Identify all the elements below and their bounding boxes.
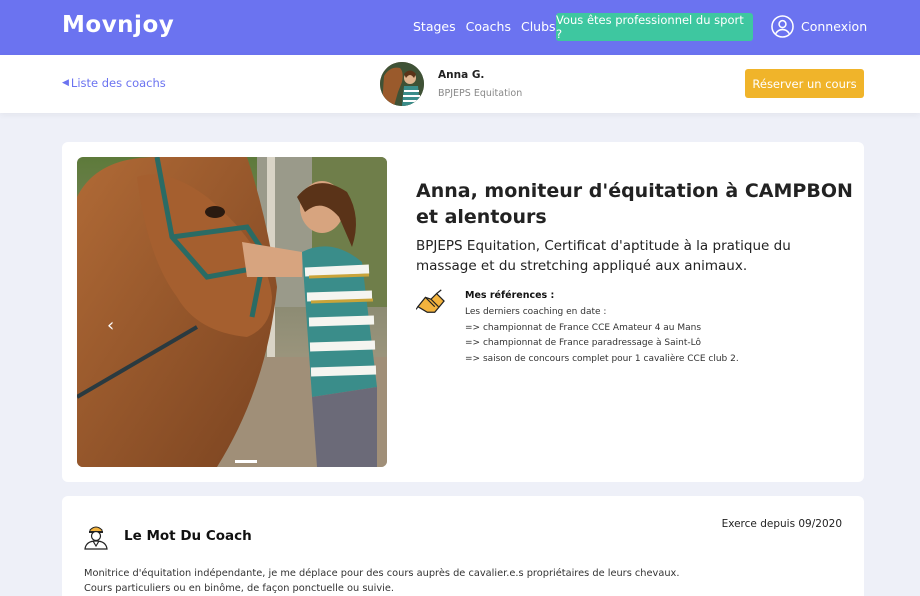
coach-word-card: Le Mot Du Coach Exerce depuis 09/2020 Mo… xyxy=(62,496,864,596)
reference-item: => championnat de France CCE Amateur 4 a… xyxy=(465,322,702,333)
coach-photo xyxy=(77,157,387,467)
avatar xyxy=(380,62,424,106)
nav-item-stages[interactable]: Stages xyxy=(413,19,456,34)
main-nav: Stages Coachs Clubs xyxy=(413,19,556,34)
coach-description: Monitrice d'équitation indépendante, je … xyxy=(84,566,824,596)
experience-since: Exerce depuis 09/2020 xyxy=(721,518,842,530)
carousel-indicator[interactable] xyxy=(235,460,257,463)
top-navbar: Movnjoy Stages Coachs Clubs Vous êtes pr… xyxy=(0,0,920,55)
pro-signup-button[interactable]: Vous êtes professionnel du sport ? xyxy=(556,13,753,41)
description-line: Cours particuliers ou en binôme, de faço… xyxy=(84,583,395,594)
reference-item: => championnat de France paradressage à … xyxy=(465,338,701,348)
section-title: Le Mot Du Coach xyxy=(124,528,252,544)
coach-icon xyxy=(84,526,108,550)
logo[interactable]: Movnjoy xyxy=(62,12,174,38)
back-to-coach-list-link[interactable]: ◀ Liste des coachs xyxy=(62,76,166,90)
reference-item: => saison de concours complet pour 1 cav… xyxy=(465,353,739,364)
reserve-course-button[interactable]: Réserver un cours xyxy=(745,69,864,98)
references-title: Mes références : xyxy=(465,290,555,301)
description-line: Monitrice d'équitation indépendante, je … xyxy=(84,568,680,579)
coach-name: Anna G. xyxy=(438,69,485,81)
login-label: Connexion xyxy=(801,19,868,34)
chevron-left-icon[interactable]: ‹ xyxy=(107,315,114,336)
back-link-label: Liste des coachs xyxy=(70,76,166,90)
coach-qualifications: BPJEPS Equitation, Certificat d'aptitude… xyxy=(416,238,791,274)
coach-photo-carousel[interactable]: ‹ xyxy=(77,157,387,467)
page-title: Anna, moniteur d'équitation à CAMPBON et… xyxy=(416,180,853,228)
references-list: Les derniers coaching en date : => champ… xyxy=(465,305,739,367)
login-button[interactable]: Connexion xyxy=(771,15,867,38)
caret-left-icon: ◀ xyxy=(62,78,69,88)
nav-item-clubs[interactable]: Clubs xyxy=(521,19,556,34)
reference-item: Les derniers coaching en date : xyxy=(465,307,607,317)
coach-certification: BPJEPS Equitation xyxy=(438,88,523,99)
profile-card: ‹ Anna, moniteur d'équitation à CAMPBON … xyxy=(62,142,864,482)
user-icon xyxy=(771,15,794,38)
handshake-icon xyxy=(416,289,445,313)
nav-item-coachs[interactable]: Coachs xyxy=(466,19,511,34)
coach-subheader: ◀ Liste des coachs Anna G. BPJEPS Equita… xyxy=(0,55,920,113)
